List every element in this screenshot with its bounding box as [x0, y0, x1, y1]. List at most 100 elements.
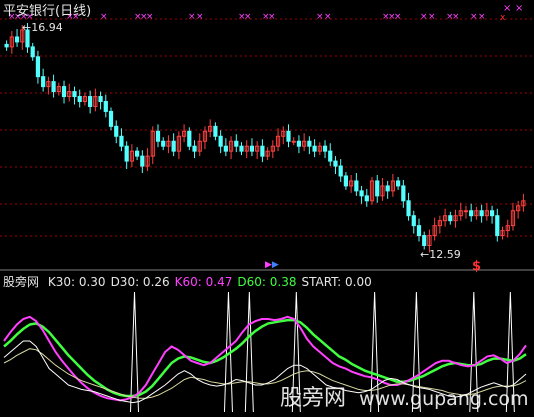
candle	[484, 202, 489, 221]
candle-body	[333, 160, 338, 167]
candle	[161, 137, 166, 151]
candle-body	[187, 130, 192, 147]
candle	[30, 42, 35, 61]
candle	[312, 139, 317, 158]
candle-body	[307, 140, 312, 147]
start-spike-2	[244, 291, 254, 413]
candle	[171, 133, 176, 157]
candle	[411, 210, 416, 234]
candle	[98, 91, 103, 110]
arrow-right-icon: ▶	[265, 260, 272, 270]
candle-body	[51, 81, 56, 93]
candle	[197, 133, 202, 157]
candle	[93, 88, 98, 112]
high-price-label: ←16.94	[22, 21, 63, 34]
candle	[61, 80, 67, 104]
top-marker-6: ×	[100, 12, 108, 22]
candle	[77, 89, 82, 108]
candle-body	[489, 210, 495, 217]
indicator-item-0: K30: 0.30	[47, 275, 106, 289]
candle-body	[108, 110, 114, 127]
top-marker-15: ×	[268, 12, 276, 22]
scroll-arrows-icon[interactable]: ▶▶	[265, 260, 279, 270]
candle	[463, 205, 469, 219]
chart-title: 平安银行(日线)	[3, 4, 92, 19]
candle-body	[375, 180, 380, 197]
candle-body	[4, 43, 9, 48]
candle	[181, 124, 187, 143]
top-marker-9: ×	[146, 12, 154, 22]
candle	[448, 211, 453, 225]
candle	[129, 144, 134, 168]
candle	[187, 127, 192, 151]
high-price-value: 16.94	[31, 21, 63, 34]
candle	[516, 200, 521, 219]
candle	[208, 119, 213, 138]
candle	[380, 177, 385, 201]
candle	[14, 29, 20, 47]
candle	[375, 174, 380, 203]
candle-body	[406, 200, 411, 217]
candle	[338, 159, 343, 182]
candle-body	[30, 46, 35, 58]
candle-body	[171, 140, 176, 152]
candle-body	[140, 155, 145, 167]
candle-body	[98, 96, 103, 103]
candle	[234, 134, 239, 153]
kline-chart[interactable]: ×××× ×× × ××× × × ×× ×× × × ××× × × ×× × ×× ×x	[0, 0, 534, 417]
candle-body	[249, 145, 255, 152]
candle-body	[260, 145, 265, 157]
top-marker-25: ×	[470, 12, 478, 22]
candle	[72, 86, 77, 105]
candle	[317, 142, 322, 156]
candle	[349, 174, 354, 193]
candle-body	[364, 195, 369, 202]
candle	[469, 203, 474, 222]
candle	[359, 185, 364, 204]
price-grid	[0, 18, 534, 237]
candle	[437, 215, 442, 234]
candle	[307, 136, 312, 155]
candle	[140, 150, 145, 174]
candle-body	[411, 215, 416, 227]
candle	[390, 174, 395, 197]
candle	[265, 147, 270, 161]
top-marker-17: ×	[324, 12, 332, 22]
candle-body	[223, 145, 228, 152]
top-marker-21: ×	[420, 12, 428, 22]
candle	[192, 140, 197, 159]
candle-body	[124, 145, 129, 162]
indicator-header: 股旁网 K30: 0.30 D30: 0.26 K60: 0.47 D60: 0.38…	[3, 273, 382, 290]
candle	[244, 140, 249, 159]
candle	[453, 209, 458, 228]
candle-body	[192, 145, 197, 152]
candle-body	[218, 135, 223, 147]
candle-body	[416, 225, 422, 237]
candle-body	[469, 210, 474, 217]
candle-body	[61, 86, 67, 98]
candle-body	[103, 101, 108, 112]
candle	[4, 40, 9, 51]
candle	[291, 137, 296, 146]
candle	[213, 122, 218, 141]
candle	[302, 133, 307, 152]
watermark: 股旁网 www.gupang.com	[280, 380, 529, 412]
candle	[46, 76, 51, 95]
indicator-item-3: D60: 0.38	[237, 275, 297, 289]
candle	[385, 180, 390, 199]
candle	[442, 208, 448, 227]
candle-body	[77, 96, 82, 103]
candle	[333, 156, 338, 174]
candle	[396, 176, 401, 190]
candle	[155, 124, 161, 148]
candle	[510, 202, 516, 231]
candle	[505, 219, 510, 238]
candle	[343, 172, 349, 190]
indicator-name[interactable]: 股旁网	[3, 275, 39, 289]
candle-body	[322, 145, 328, 152]
left-arrow-icon: ←	[22, 21, 32, 34]
candle-body	[35, 56, 41, 78]
indicator-item-2: K60: 0.47	[174, 275, 233, 289]
candle	[166, 135, 171, 154]
candle	[322, 140, 328, 159]
